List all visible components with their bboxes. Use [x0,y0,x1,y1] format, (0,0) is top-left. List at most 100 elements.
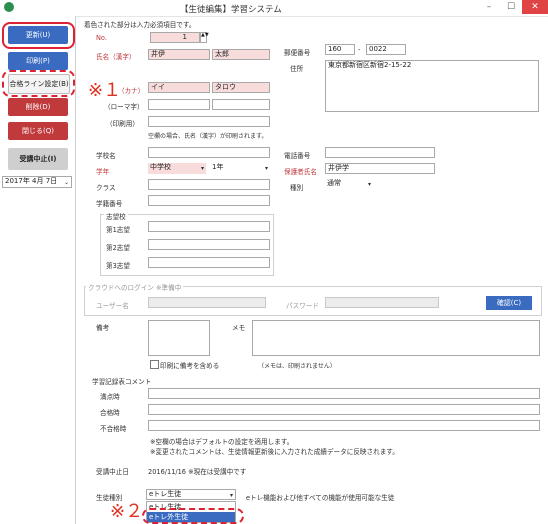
class-field[interactable] [148,179,270,190]
chevron-down-icon[interactable]: ⌄ [64,178,69,187]
last-name-romaji-field[interactable] [148,99,210,110]
student-type-select[interactable]: eトレ生徒 ▾ [146,489,236,500]
pass-comment-label: 合格時 [100,409,120,417]
fail-comment-label: 不合格時 [100,425,127,433]
title-bar: 【生徒編集】学習システム – ☐ ✕ [0,0,548,17]
close-window-button[interactable]: ✕ [522,0,548,14]
no-value: 1 [182,33,187,41]
postal-value-1: 160 [328,45,342,53]
wish-school-label: 志望校 [104,211,128,221]
print-name-note: 空欄の場合、氏名（漢字）が印刷されます。 [148,133,268,140]
no-stepper[interactable]: ▲▼ [200,32,209,43]
pass-comment-field[interactable] [148,404,540,415]
grade-label: 学年 [96,168,110,176]
grade-school-value: 中学校 [150,163,171,171]
postal-field-2[interactable]: 0022 [366,44,406,55]
print-name-field[interactable] [148,116,270,127]
chevron-down-icon[interactable]: ▾ [230,491,233,499]
name-kanji-label: 氏名（漢字） [96,53,136,61]
type-value: 通常 [327,179,341,187]
school-field[interactable] [148,147,270,158]
student-no-field[interactable] [148,195,270,206]
print-button[interactable]: 印刷(P) [8,52,68,70]
first-name-kana-field[interactable]: タロウ [212,82,270,93]
chevron-down-icon[interactable]: ▾ [265,164,268,173]
memo-note: （メモは、印刷されません） [258,363,336,370]
cloud-login-label: クラウドへのログイン ※準備中 [86,282,184,292]
address-value: 東京都新宿区新宿2-15-22 [328,61,412,69]
first-name-kanji-value: 太郎 [215,50,229,58]
date-value: 2017年 4月 7日 [5,177,58,185]
guardian-label: 保護者氏名 [284,168,317,176]
address-label: 住所 [290,65,304,73]
required-note: 着色された部分は入力必須項目です。 [84,21,196,29]
annotation-circle-pass-line [2,70,75,97]
no-field[interactable]: 1 [150,32,200,43]
annotation-mark-1: ※１ [88,80,122,101]
guardian-field[interactable]: 井伊学 [325,163,435,174]
postal-label: 郵便番号 [284,49,311,57]
postal-value-2: 0022 [369,45,387,53]
type-label: 種別 [290,184,304,192]
kana-label: （カナ） [118,87,145,95]
comment-note-1: ※空欄の場合はデフォルトの設定を適用します。 [150,438,294,446]
app-icon [4,2,14,12]
password-field[interactable] [325,297,439,308]
address-field[interactable]: 東京都新宿区新宿2-15-22 [325,60,539,112]
confirm-button[interactable]: 確認(C) [486,296,532,310]
date-picker[interactable]: 2017年 4月 7日 ⌄ [2,176,72,188]
annotation-mark-2: ※２ [110,501,144,522]
password-label: パスワード [286,302,319,310]
comment-section-label: 学習記録表コメント [92,378,152,386]
postal-separator: - [358,46,361,54]
last-name-kanji-field[interactable]: 井伊 [148,49,210,60]
last-name-kanji-value: 井伊 [151,50,165,58]
wish1-field[interactable] [148,221,270,232]
remarks-field[interactable] [148,320,210,356]
fullscore-label: 満点時 [100,393,120,401]
suspend-button[interactable]: 受講中止(I) [8,148,68,170]
annotation-circle-update [2,22,75,49]
suspend-date-label: 受講中止日 [96,468,129,476]
last-name-kana-field[interactable]: イイ [148,82,210,93]
comment-note-2: ※変更されたコメントは、生徒情報更新後に入力された成績データに反映されます。 [150,448,399,456]
username-field[interactable] [148,297,266,308]
wish2-label: 第2志望 [106,244,130,252]
delete-button[interactable]: 削除(D) [8,98,68,116]
grade-school-select[interactable]: 中学校 ▾ [148,163,206,174]
fail-comment-field[interactable] [148,420,540,431]
print-remarks-checkbox[interactable] [150,360,159,369]
student-no-label: 学籍番号 [96,200,123,208]
memo-field[interactable] [252,320,540,356]
phone-field[interactable] [325,147,435,158]
first-name-romaji-field[interactable] [212,99,270,110]
maximize-button[interactable]: ☐ [500,0,522,14]
fullscore-comment-field[interactable] [148,388,540,399]
window: 【生徒編集】学習システム – ☐ ✕ 更新(U) 印刷(P) 合格ライン設定(B… [0,0,548,524]
memo-label: メモ [232,324,246,332]
print-remarks-label: 印刷に備考を含める [160,362,220,370]
postal-field-1[interactable]: 160 [325,44,355,55]
grade-year-value: 1年 [212,163,224,171]
window-title: 【生徒編集】学習システム [180,5,282,15]
student-type-value: eトレ生徒 [149,490,182,498]
close-button[interactable]: 閉じる(Q) [8,122,68,140]
phone-label: 電話番号 [284,152,311,160]
romaji-label: （ローマ字） [104,103,144,111]
last-name-kana-value: イイ [151,83,165,91]
chevron-down-icon[interactable]: ▾ [201,164,204,173]
class-label: クラス [96,184,116,192]
first-name-kana-value: タロウ [215,83,236,91]
annotation-circle-dropdown [142,508,244,524]
print-name-label: （印刷用） [106,120,139,128]
wish3-field[interactable] [148,257,270,268]
first-name-kanji-field[interactable]: 太郎 [212,49,270,60]
wish1-label: 第1志望 [106,226,130,234]
minimize-button[interactable]: – [478,0,500,14]
sidebar: 更新(U) 印刷(P) 合格ライン設定(B) 削除(D) 閉じる(Q) 受講中止… [0,16,76,524]
remarks-label: 備考 [96,324,110,332]
type-select[interactable]: 通常 ▾ [325,179,373,190]
grade-year-select[interactable]: 1年 ▾ [210,163,270,174]
chevron-down-icon[interactable]: ▾ [368,180,371,189]
wish2-field[interactable] [148,239,270,250]
